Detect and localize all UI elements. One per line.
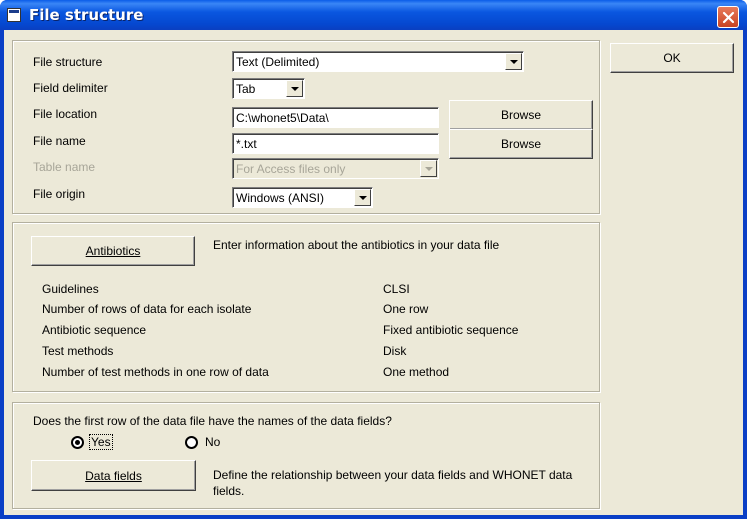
file-structure-label: File structure xyxy=(33,55,103,69)
field-delimiter-select[interactable]: Tab xyxy=(232,78,305,99)
file-name-input[interactable]: *.txt xyxy=(232,133,439,154)
file-origin-select[interactable]: Windows (ANSI) xyxy=(232,187,373,208)
file-structure-value: Text (Delimited) xyxy=(236,55,320,69)
no-radio[interactable] xyxy=(185,436,198,449)
methods-per-row-label: Number of test methods in one row of dat… xyxy=(42,365,269,379)
browse-location-button[interactable]: Browse xyxy=(449,100,593,130)
antibiotics-button[interactable]: Antibiotics xyxy=(31,236,195,266)
no-radio-option[interactable]: No xyxy=(185,434,245,452)
data-fields-button-label: Data fields xyxy=(85,468,142,483)
antibiotics-button-label: Antibiotics xyxy=(85,244,141,258)
file-origin-value: Windows (ANSI) xyxy=(236,191,325,205)
no-radio-label: No xyxy=(205,435,221,449)
antibiotic-sequence-value: Fixed antibiotic sequence xyxy=(383,323,519,337)
methods-per-row-value: One method xyxy=(383,365,450,379)
close-icon xyxy=(722,11,735,24)
file-name-value: *.txt xyxy=(236,137,257,151)
close-button[interactable] xyxy=(717,6,739,28)
yes-radio-option[interactable]: Yes xyxy=(71,434,141,452)
field-delimiter-label: Field delimiter xyxy=(33,81,108,95)
rows-per-isolate-label: Number of rows of data for each isolate xyxy=(42,302,252,316)
browse-name-button[interactable]: Browse xyxy=(449,129,593,159)
file-location-label: File location xyxy=(33,107,98,121)
yes-radio[interactable] xyxy=(71,436,84,449)
field-names-question: Does the first row of the data file have… xyxy=(33,414,392,428)
window-app-icon xyxy=(7,8,21,22)
file-structure-select[interactable]: Text (Delimited) xyxy=(232,51,524,72)
table-name-value: For Access files only xyxy=(236,162,346,176)
dialog-window: File structure OK File structure Text (D… xyxy=(0,0,747,519)
title-bar[interactable]: File structure xyxy=(0,0,747,30)
guidelines-label: Guidelines xyxy=(42,282,99,296)
browse-location-label: Browse xyxy=(500,108,541,122)
rows-per-isolate-value: One row xyxy=(383,302,429,316)
test-methods-label: Test methods xyxy=(42,344,114,358)
ok-button[interactable]: OK xyxy=(610,43,734,73)
field-delimiter-value: Tab xyxy=(236,82,256,96)
table-name-label: Table name xyxy=(33,160,96,174)
file-location-value: C:\whonet5\Data\ xyxy=(236,111,329,125)
yes-radio-label: Yes xyxy=(89,434,113,450)
browse-name-label: Browse xyxy=(500,137,541,151)
window-title: File structure xyxy=(29,6,144,24)
chevron-down-icon[interactable] xyxy=(505,53,522,70)
data-fields-panel: Does the first row of the data file have… xyxy=(12,402,600,509)
antibiotics-panel: Antibiotics Enter information about the … xyxy=(12,222,600,392)
ok-button-label: OK xyxy=(663,51,681,65)
table-name-select: For Access files only xyxy=(232,158,439,179)
chevron-down-icon[interactable] xyxy=(354,189,371,206)
antibiotic-sequence-label: Antibiotic sequence xyxy=(42,323,147,337)
dialog-client-area: OK File structure Text (Delimited) Field… xyxy=(4,30,743,515)
data-fields-description: Define the relationship between your dat… xyxy=(213,468,573,498)
guidelines-value: CLSI xyxy=(383,282,410,296)
data-fields-button[interactable]: Data fields xyxy=(31,460,196,491)
chevron-down-icon[interactable] xyxy=(286,80,303,97)
file-settings-panel: File structure Text (Delimited) Field de… xyxy=(12,40,600,214)
test-methods-value: Disk xyxy=(383,344,407,358)
chevron-down-icon xyxy=(420,160,437,177)
file-location-input[interactable]: C:\whonet5\Data\ xyxy=(232,107,439,128)
file-name-label: File name xyxy=(33,134,86,148)
file-origin-label: File origin xyxy=(33,187,86,201)
antibiotics-description: Enter information about the antibiotics … xyxy=(213,238,500,252)
